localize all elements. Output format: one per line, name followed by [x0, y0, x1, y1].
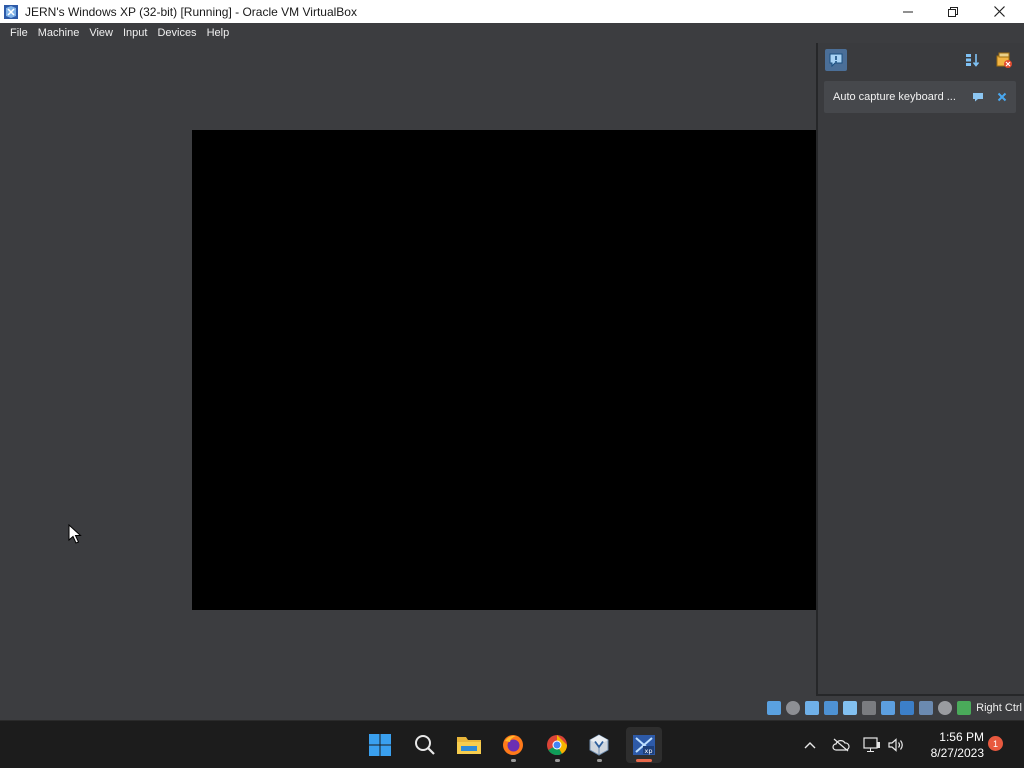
audio-icon[interactable]	[805, 701, 820, 715]
clock-time: 1:56 PM	[939, 730, 984, 744]
display-icon[interactable]	[881, 701, 896, 715]
running-indicator	[511, 759, 516, 762]
show-hidden-icons-button[interactable]	[800, 735, 820, 755]
notification-message: Auto capture keyboard ...	[833, 91, 956, 103]
running-indicator	[555, 759, 560, 762]
hard-disk-icon[interactable]	[767, 701, 782, 715]
notification-center-panel: Auto capture keyboard ...	[816, 43, 1024, 696]
notification-help-button[interactable]	[970, 89, 986, 105]
vm-window-button[interactable]: xp	[626, 727, 662, 763]
svg-text:xp: xp	[645, 747, 653, 755]
chrome-button[interactable]	[539, 727, 575, 763]
clear-notifications-button[interactable]	[993, 49, 1015, 71]
clock-date: 8/27/2023	[930, 746, 984, 760]
notification-badge[interactable]: 1	[988, 736, 1003, 751]
network-icon[interactable]	[824, 701, 839, 715]
virtualbox-app-icon	[3, 4, 19, 20]
file-explorer-icon	[457, 737, 481, 754]
window-title: JERN's Windows XP (32-bit) [Running] - O…	[25, 4, 357, 19]
search-icon	[415, 735, 435, 755]
speaker-icon	[888, 738, 903, 752]
menu-devices[interactable]: Devices	[152, 24, 201, 42]
sort-icon	[966, 54, 980, 67]
virtualization-icon[interactable]	[919, 701, 934, 715]
menu-machine[interactable]: Machine	[33, 24, 85, 42]
mouse-integration-icon[interactable]	[938, 701, 953, 715]
usb-icon[interactable]	[843, 701, 858, 715]
network-monitor-icon	[863, 737, 880, 752]
firefox-button[interactable]	[495, 727, 531, 763]
close-icon	[997, 92, 1007, 102]
menu-input[interactable]: Input	[118, 24, 152, 42]
keyboard-capture-icon[interactable]	[957, 701, 972, 715]
clock[interactable]: 1:56 PM 8/27/2023	[912, 729, 984, 761]
chevron-up-icon	[804, 742, 816, 749]
start-icon	[369, 734, 391, 756]
minimize-button[interactable]	[885, 0, 931, 23]
virtualbox-manager-icon	[589, 734, 609, 756]
notification-center-toggle-button[interactable]	[825, 49, 847, 71]
vm-window-icon: xp	[633, 735, 655, 755]
volume-button[interactable]	[886, 735, 906, 755]
taskbar: xp 1:56 PM 8/27/2023	[0, 720, 1024, 768]
close-button[interactable]	[976, 0, 1022, 23]
host-key-label[interactable]: Right Ctrl	[976, 702, 1022, 714]
menu-file[interactable]: File	[5, 24, 33, 42]
menu-view[interactable]: View	[84, 24, 118, 42]
notification-item: Auto capture keyboard ...	[824, 81, 1016, 113]
shared-folders-icon[interactable]	[862, 701, 877, 715]
menu-bar: File Machine View Input Devices Help	[0, 23, 1024, 43]
notification-help-icon	[973, 93, 983, 102]
speech-bubble-icon	[829, 53, 843, 68]
mouse-cursor-icon	[68, 523, 82, 549]
chrome-icon	[547, 735, 568, 756]
active-indicator	[636, 759, 652, 762]
running-indicator	[597, 759, 602, 762]
virtualbox-manager-button[interactable]	[581, 727, 617, 763]
clear-all-icon	[996, 52, 1012, 68]
menu-help[interactable]: Help	[202, 24, 235, 42]
firefox-icon	[503, 735, 523, 755]
guest-screen[interactable]	[192, 130, 817, 610]
search-button[interactable]	[407, 727, 443, 763]
maximize-button[interactable]	[930, 0, 976, 23]
cloud-off-icon	[832, 738, 850, 752]
optical-drive-icon[interactable]	[786, 701, 801, 715]
video-capture-icon[interactable]	[900, 701, 915, 715]
cloud-sync-button[interactable]	[831, 735, 851, 755]
title-bar[interactable]: JERN's Windows XP (32-bit) [Running] - O…	[0, 0, 1024, 23]
sort-button[interactable]	[961, 49, 983, 71]
file-explorer-button[interactable]	[451, 727, 487, 763]
notification-close-button[interactable]	[994, 89, 1010, 105]
start-button[interactable]	[362, 727, 398, 763]
vm-status-bar: Right Ctrl	[0, 696, 1024, 720]
network-status-button[interactable]	[862, 735, 882, 755]
